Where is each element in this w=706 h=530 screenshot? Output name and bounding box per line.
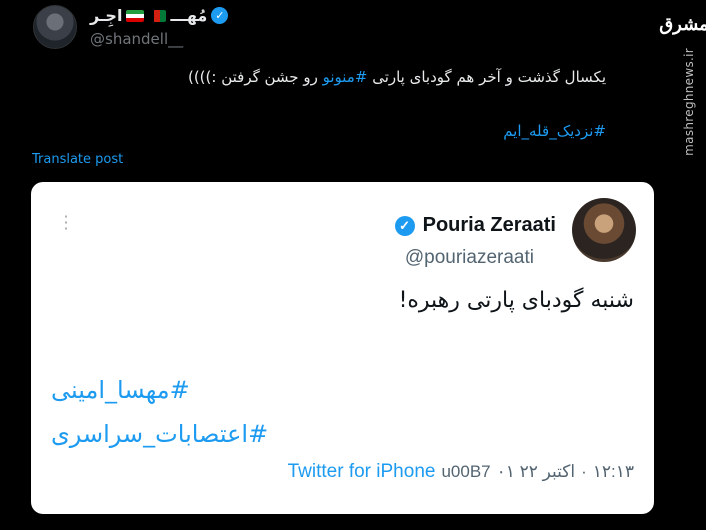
tweet-text: یکسال گذشت و آخر هم گودبای پارتی #منونو … — [46, 66, 606, 88]
name-text: اجِـر — [90, 6, 123, 25]
watermark-site: mashreghnews.ir — [682, 48, 696, 156]
quoted-hashtag-link[interactable]: #اعتصابات_سراسری — [51, 420, 268, 448]
quoted-avatar[interactable] — [572, 198, 636, 262]
quoted-meta: Twitter for iPhone u00B7 ۰۱ اکتبر ۲۲ · ۱… — [288, 461, 634, 483]
handle[interactable]: @shandell__ — [90, 30, 183, 48]
quoted-tweet-card[interactable]: · · · ✓ Pouria Zeraati @pouriazeraati شنبه… — [31, 182, 654, 514]
quoted-source[interactable]: Twitter for iPhone — [288, 461, 436, 483]
tweet-text-start: یکسال گذشت و آخر هم گودبای پارتی — [367, 68, 606, 86]
watermark: مشرق mashreghnews.ir — [659, 0, 706, 530]
translate-post-link[interactable]: Translate post — [32, 152, 123, 167]
mashregh-logo: مشرق — [659, 13, 706, 35]
afghanistan-flag-icon — [148, 9, 167, 22]
hashtag-link[interactable]: #نزدیک_قله_ایم — [503, 122, 606, 140]
quoted-separator: · — [581, 462, 587, 481]
iran-flag-icon — [126, 9, 145, 22]
quoted-source-code: u00B7 — [441, 462, 491, 481]
display-name[interactable]: ✓ مُهـــ اجِـر — [90, 6, 229, 25]
name-prefix: مُهـــ — [170, 6, 208, 25]
tweet-text-end: رو جشن گرفتن :)))) — [187, 68, 323, 86]
quoted-text: شنبه گودبای پارتی رهبره! — [398, 288, 634, 313]
quoted-hashtag-link[interactable]: #مهسا_امینی — [51, 376, 190, 404]
verified-badge-icon: ✓ — [394, 215, 415, 236]
more-options-icon[interactable]: · · · — [61, 209, 71, 237]
avatar[interactable] — [33, 5, 77, 49]
quoted-name-text: Pouria Zeraati — [422, 214, 556, 236]
quoted-display-name[interactable]: ✓ Pouria Zeraati — [394, 214, 556, 237]
tweet: ✓ مُهـــ اجِـر @shandell__ یکسال گذشت و … — [0, 0, 662, 530]
quoted-time: ۱۲:۱۳ — [592, 462, 634, 481]
verified-badge-icon: ✓ — [211, 7, 229, 24]
quoted-handle[interactable]: @pouriazeraati — [405, 247, 534, 269]
quoted-date: ۰۱ اکتبر ۲۲ — [496, 462, 576, 481]
hashtag-link[interactable]: #منونو — [323, 68, 368, 86]
